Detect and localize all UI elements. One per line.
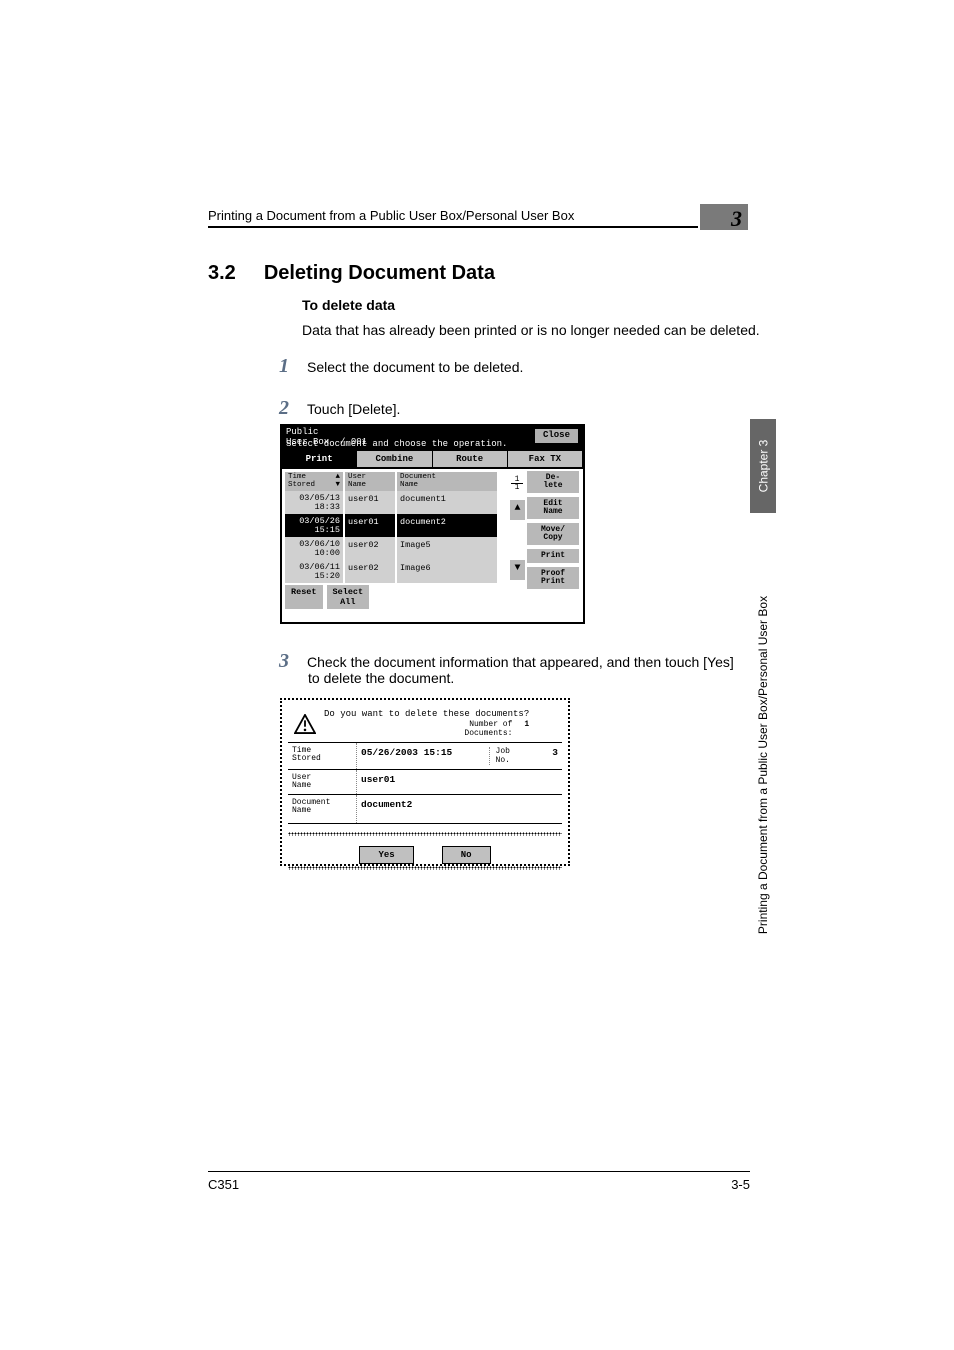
screenshot-confirm-delete: Do you want to delete these documents? N… xyxy=(280,698,570,866)
no-button[interactable]: No xyxy=(442,846,491,864)
close-button[interactable]: Close xyxy=(534,428,579,444)
confirm-question: Do you want to delete these documents? xyxy=(324,710,529,720)
scroll-down-button[interactable]: ▼ xyxy=(510,560,525,580)
numdoc-value: 1 xyxy=(524,720,529,738)
step-2: 2 Touch [Delete]. xyxy=(273,397,400,420)
section-heading: 3.2 Deleting Document Data xyxy=(208,262,495,285)
table-header: Time Stored▲▼ User Name Document Name xyxy=(285,472,509,491)
step-number: 2 xyxy=(273,397,289,420)
info-row: Time Stored 05/26/2003 15:15 Job No. 3 xyxy=(288,742,562,769)
print-button[interactable]: Print xyxy=(527,549,579,563)
table-row[interactable]: 03/06/10 10:00 user02 Image5 xyxy=(285,537,509,560)
info-row: User Name user01 xyxy=(288,769,562,794)
subsection-title: To delete data xyxy=(302,297,395,313)
tab-fax[interactable]: Fax TX xyxy=(508,451,583,467)
sort-icon[interactable]: ▲▼ xyxy=(335,474,340,489)
screenshot-titlebar: Public User Box / 001 Select document an… xyxy=(282,426,583,451)
table-row[interactable]: 03/06/11 15:20 user02 Image6 xyxy=(285,560,509,583)
chapter-badge: 3 xyxy=(700,204,748,230)
proof-print-button[interactable]: Proof Print xyxy=(527,567,579,589)
select-all-button[interactable]: Select All xyxy=(327,585,370,609)
section-number: 3.2 xyxy=(208,262,236,285)
numdoc-label: Number of Documents: xyxy=(464,720,512,738)
header-rule xyxy=(208,226,698,228)
warning-icon xyxy=(294,714,316,734)
step-text: Touch [Delete]. xyxy=(307,401,400,417)
delete-button[interactable]: De- lete xyxy=(527,471,579,493)
instruction-text: Select document and choose the operation… xyxy=(286,440,507,450)
step-number: 1 xyxy=(273,355,289,378)
yes-button[interactable]: Yes xyxy=(359,846,413,864)
step-text: Check the document information that appe… xyxy=(307,654,734,670)
side-tab-title: Printing a Document from a Public User B… xyxy=(750,520,776,1010)
table-row[interactable]: 03/05/13 18:33 user01 document1 xyxy=(285,491,509,514)
intro-text: Data that has already been printed or is… xyxy=(302,322,760,338)
title-line1: Public xyxy=(286,427,318,437)
scroll-up-button[interactable]: ▲ xyxy=(510,500,525,520)
tab-row: Print Combine Route Fax TX xyxy=(282,451,583,469)
section-title: Deleting Document Data xyxy=(264,262,495,285)
breadcrumb: Printing a Document from a Public User B… xyxy=(208,208,574,223)
step-text: Select the document to be deleted. xyxy=(307,359,523,375)
step-1: 1 Select the document to be deleted. xyxy=(273,355,523,378)
side-tab-chapter: Chapter 3 xyxy=(750,419,776,513)
edit-name-button[interactable]: Edit Name xyxy=(527,497,579,519)
page-fraction: 1 1 xyxy=(511,476,523,491)
tab-combine[interactable]: Combine xyxy=(357,451,432,467)
info-row: Document Name document2 xyxy=(288,794,562,824)
footer-left: C351 xyxy=(208,1177,239,1192)
reset-button[interactable]: Reset xyxy=(285,585,323,609)
table-row[interactable]: 03/05/26 15:15 user01 document2 xyxy=(285,514,509,537)
move-copy-button[interactable]: Move/ Copy xyxy=(527,523,579,545)
screenshot-box-list: Public User Box / 001 Select document an… xyxy=(280,424,585,624)
footer-rule xyxy=(208,1171,750,1172)
tab-print[interactable]: Print xyxy=(282,451,357,467)
tab-route[interactable]: Route xyxy=(433,451,508,467)
chapter-number: 3 xyxy=(731,206,742,232)
step-number: 3 xyxy=(273,650,289,673)
step-3-cont: to delete the document. xyxy=(308,670,454,686)
footer-right: 3-5 xyxy=(731,1177,750,1192)
